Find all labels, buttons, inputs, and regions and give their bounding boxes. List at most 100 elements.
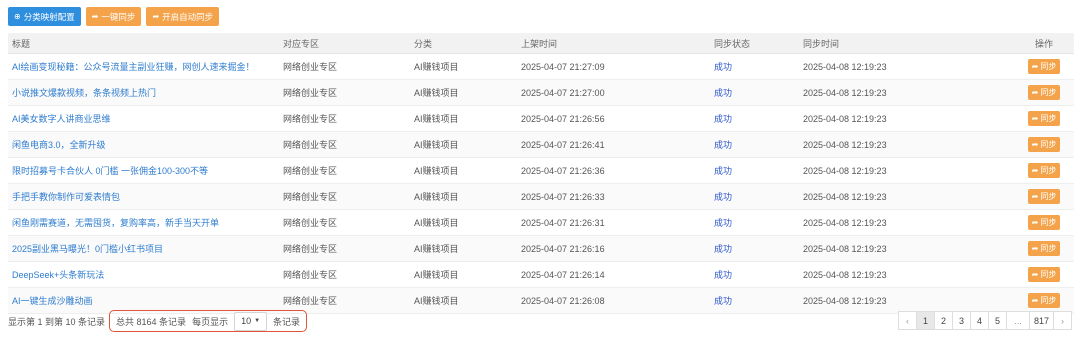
pagination-page-3[interactable]: 3	[951, 311, 971, 330]
row-title-link[interactable]: 小说推文爆款视频，条条视频上热门	[12, 88, 156, 98]
row-list-time-cell: 2025-04-07 21:26:31	[517, 218, 710, 228]
row-zone-cell: 网络创业专区	[279, 112, 410, 125]
pagination-page-4[interactable]: 4	[969, 311, 989, 330]
category-mapping-button[interactable]: ⊕ 分类映射配置	[8, 7, 81, 26]
row-sync-status-cell: 成功	[710, 86, 799, 99]
row-actions-cell: ➦ 同步	[1010, 137, 1074, 152]
row-title-link[interactable]: DeepSeek+头条新玩法	[12, 270, 104, 280]
row-sync-button[interactable]: ➦ 同步	[1027, 189, 1061, 204]
pagination-prev[interactable]: ‹	[897, 311, 917, 330]
header-list-time[interactable]: 上架时间	[517, 37, 710, 50]
row-sync-time: 2025-04-08 12:19:23	[803, 269, 887, 280]
row-sync-button[interactable]: ➦ 同步	[1027, 59, 1061, 74]
row-title-link[interactable]: AI绘画变现秘籍：公众号流量主副业狂赚，网创人速来掘金！	[12, 62, 255, 72]
toolbar: ⊕ 分类映射配置 ➦ 一键同步 ➦ 开启自动同步	[8, 7, 220, 26]
row-title-link[interactable]: 闲鱼刚需赛道，无需囤货，复购率高，新手当天开单	[12, 218, 219, 228]
pagination-page-1[interactable]: 1	[915, 311, 935, 330]
row-category-cell: AI赚钱项目	[410, 86, 517, 99]
header-title[interactable]: 标题	[8, 37, 279, 50]
row-category-cell: AI赚钱项目	[410, 164, 517, 177]
row-sync-button[interactable]: ➦ 同步	[1027, 111, 1061, 126]
row-sync-time-cell: 2025-04-08 12:19:23	[799, 244, 1010, 254]
row-title-link-cell: AI美女数字人讲商业思维	[8, 112, 279, 125]
row-title-link[interactable]: 手把手教你制作可爱表情包	[12, 192, 120, 202]
row-title-link[interactable]: AI一键生成沙雕动画	[12, 296, 93, 306]
share-arrow-icon: ➦	[1031, 270, 1039, 279]
row-actions-cell: ➦ 同步	[1010, 85, 1074, 100]
row-category: AI赚钱项目	[414, 166, 459, 176]
row-sync-time-cell: 2025-04-08 12:19:23	[799, 270, 1010, 280]
header-sync-status[interactable]: 同步状态	[710, 37, 799, 50]
row-sync-button[interactable]: ➦ 同步	[1027, 267, 1061, 282]
row-sync-label: 同步	[1040, 140, 1057, 149]
row-sync-status-cell: 成功	[710, 138, 799, 151]
page-size-select[interactable]: 10 ▼	[234, 311, 268, 331]
row-sync-status-cell: 成功	[710, 112, 799, 125]
one-click-sync-button[interactable]: ➦ 一键同步	[85, 7, 142, 26]
row-sync-time: 2025-04-08 12:19:23	[803, 139, 887, 150]
pagination-last-page[interactable]: 817	[1028, 311, 1054, 330]
row-list-time: 2025-04-07 21:26:36	[521, 165, 605, 176]
row-sync-status: 成功	[714, 114, 733, 124]
header-actions: 操作	[1034, 38, 1053, 49]
row-category: AI赚钱项目	[414, 270, 459, 280]
header-zone[interactable]: 对应专区	[279, 37, 410, 50]
row-sync-button[interactable]: ➦ 同步	[1027, 163, 1061, 178]
header-sync-time[interactable]: 同步时间	[799, 37, 1010, 50]
row-sync-label: 同步	[1040, 166, 1057, 175]
row-title-link[interactable]: 限时招募号卡合伙人 0门槛 一张佣金100-300不等	[12, 166, 208, 176]
table-row: 闲鱼电商3.0，全新升级 网络创业专区 AI赚钱项目 2025-04-07 21:26…	[8, 132, 1074, 158]
row-zone-cell: 网络创业专区	[279, 164, 410, 177]
table-row: 闲鱼刚需赛道，无需囤货，复购率高，新手当天开单 网络创业专区 AI赚钱项目 2025-…	[8, 210, 1074, 236]
row-actions-cell: ➦ 同步	[1010, 215, 1074, 230]
pagination-page-2[interactable]: 2	[933, 311, 953, 330]
row-actions-cell: ➦ 同步	[1010, 293, 1074, 308]
row-zone-cell: 网络创业专区	[279, 216, 410, 229]
row-list-time-cell: 2025-04-07 21:26:56	[517, 114, 710, 124]
sync-table: 标题 对应专区 分类 上架时间 同步状态 同步时间 操作 AI绘画变现秘籍：公众…	[8, 33, 1074, 314]
row-title-link[interactable]: 2025副业黑马曝光！0门槛小红书项目	[12, 244, 163, 254]
header-category[interactable]: 分类	[410, 37, 517, 50]
enable-auto-sync-button[interactable]: ➦ 开启自动同步	[146, 7, 220, 26]
row-sync-label: 同步	[1040, 296, 1057, 305]
row-title-link[interactable]: 闲鱼电商3.0，全新升级	[12, 140, 106, 150]
row-zone: 网络创业专区	[283, 62, 338, 72]
row-actions-cell: ➦ 同步	[1010, 241, 1074, 256]
row-zone: 网络创业专区	[283, 244, 338, 254]
row-title-link[interactable]: AI美女数字人讲商业思维	[12, 114, 111, 124]
row-category-cell: AI赚钱项目	[410, 268, 517, 281]
row-sync-status: 成功	[714, 244, 733, 254]
row-list-time: 2025-04-07 21:27:00	[521, 87, 605, 98]
pagination-page-5[interactable]: 5	[987, 311, 1007, 330]
table-row: AI美女数字人讲商业思维 网络创业专区 AI赚钱项目 2025-04-07 21:26…	[8, 106, 1074, 132]
row-category: AI赚钱项目	[414, 296, 459, 306]
row-sync-button[interactable]: ➦ 同步	[1027, 85, 1061, 100]
caret-down-icon: ▼	[254, 318, 261, 324]
row-sync-button[interactable]: ➦ 同步	[1027, 241, 1061, 256]
row-category-cell: AI赚钱项目	[410, 242, 517, 255]
table-row: 小说推文爆款视频，条条视频上热门 网络创业专区 AI赚钱项目 2025-04-07 2…	[8, 80, 1074, 106]
row-list-time-cell: 2025-04-07 21:26:14	[517, 270, 710, 280]
row-sync-button[interactable]: ➦ 同步	[1027, 293, 1061, 308]
share-arrow-icon: ➦	[1031, 296, 1039, 305]
row-sync-time: 2025-04-08 12:19:23	[803, 295, 887, 306]
row-sync-time-cell: 2025-04-08 12:19:23	[799, 140, 1010, 150]
row-list-time: 2025-04-07 21:26:33	[521, 191, 605, 202]
pagination-next[interactable]: ›	[1053, 311, 1072, 330]
row-sync-status: 成功	[714, 140, 733, 150]
one-click-sync-label: 一键同步	[101, 11, 136, 22]
share-arrow-icon: ➦	[1031, 114, 1039, 123]
row-list-time-cell: 2025-04-07 21:26:08	[517, 296, 710, 306]
row-sync-status-cell: 成功	[710, 216, 799, 229]
row-sync-button[interactable]: ➦ 同步	[1027, 215, 1061, 230]
row-sync-time: 2025-04-08 12:19:23	[803, 191, 887, 202]
row-sync-label: 同步	[1040, 192, 1057, 201]
row-sync-button[interactable]: ➦ 同步	[1027, 137, 1061, 152]
row-list-time-cell: 2025-04-07 21:27:00	[517, 88, 710, 98]
page-size-value: 10	[241, 316, 252, 326]
row-list-time-cell: 2025-04-07 21:26:36	[517, 166, 710, 176]
row-title-link-cell: AI一键生成沙雕动画	[8, 294, 279, 307]
table-footer: 显示第 1 到第 10 条记录 总共 8164 条记录 每页显示 10 ▼ 条记…	[8, 309, 308, 333]
row-sync-time-cell: 2025-04-08 12:19:23	[799, 88, 1010, 98]
table-row: 2025副业黑马曝光！0门槛小红书项目 网络创业专区 AI赚钱项目 2025-04-0…	[8, 236, 1074, 262]
